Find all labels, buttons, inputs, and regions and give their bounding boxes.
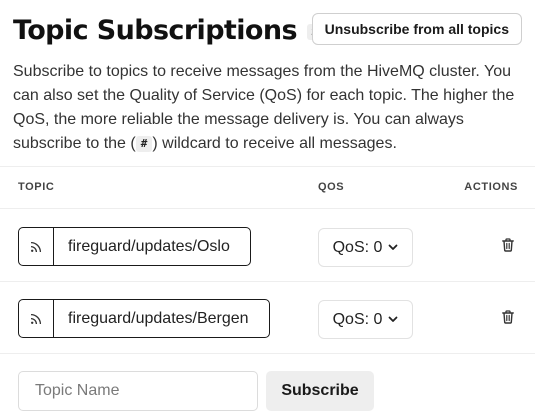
rss-feed-icon — [19, 228, 54, 265]
delete-subscription-button[interactable] — [497, 308, 519, 330]
topic-field: fireguard/updates/Bergen — [18, 299, 270, 338]
topic-field: fireguard/updates/Oslo — [18, 227, 251, 266]
column-header-topic: Topic — [18, 181, 55, 193]
column-header-qos: QoS — [318, 181, 345, 193]
description-text-end: ) wildcard to receive all messages. — [152, 135, 397, 152]
table-row: fireguard/updates/Oslo QoS: 0 — [0, 210, 535, 282]
topic-name: fireguard/updates/Bergen — [68, 309, 249, 327]
trash-icon — [502, 309, 514, 329]
delete-subscription-button[interactable] — [497, 236, 519, 258]
chevron-down-icon — [388, 316, 398, 323]
chevron-down-icon — [388, 244, 398, 251]
column-header-actions: Actions — [464, 181, 518, 193]
table-header: Topic QoS Actions — [0, 167, 535, 209]
rss-feed-icon — [19, 300, 54, 337]
table-row: fireguard/updates/Bergen QoS: 0 — [0, 282, 535, 354]
topic-name: fireguard/updates/Oslo — [68, 237, 230, 255]
subscribe-button[interactable]: Subscribe — [266, 371, 374, 411]
page-title: Topic Subscriptions — [13, 14, 298, 46]
qos-select[interactable]: QoS: 0 — [318, 228, 413, 267]
qos-select[interactable]: QoS: 0 — [318, 300, 413, 339]
qos-value: QoS: 0 — [332, 310, 383, 328]
topic-subscriptions-panel: Topic Subscriptions 2 Unsubscribe from a… — [0, 0, 535, 420]
trash-icon — [502, 237, 514, 257]
topic-name-input[interactable] — [18, 371, 258, 411]
wildcard-code-chip: # — [135, 136, 153, 152]
description: Subscribe to topics to receive messages … — [13, 60, 523, 156]
unsubscribe-all-button[interactable]: Unsubscribe from all topics — [311, 13, 522, 45]
header: Topic Subscriptions 2 Unsubscribe from a… — [13, 10, 522, 50]
qos-value: QoS: 0 — [332, 238, 383, 256]
